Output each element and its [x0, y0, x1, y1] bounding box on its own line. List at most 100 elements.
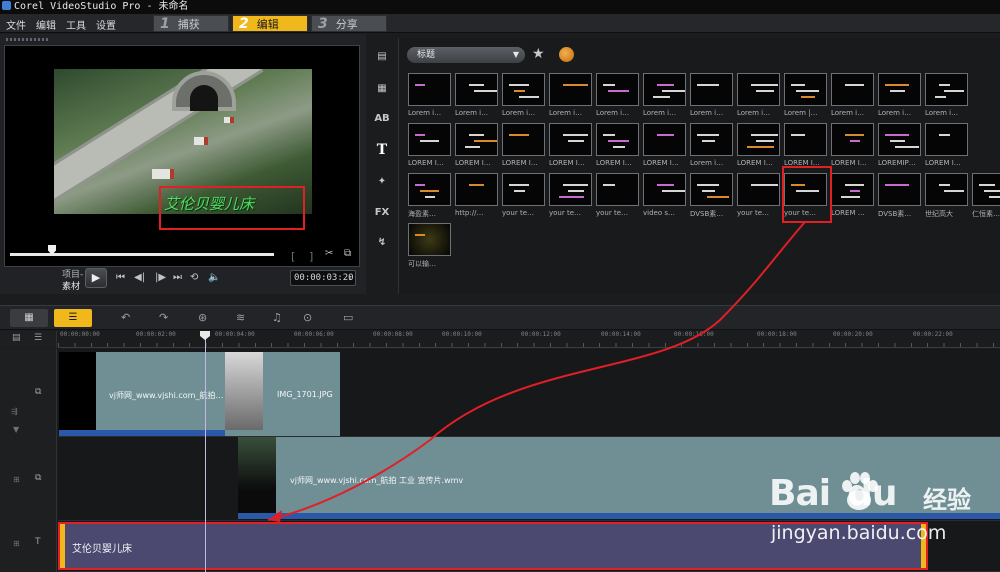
mode-clip-label[interactable]: 素材: [62, 279, 80, 292]
thumbnail-image: [408, 173, 451, 206]
image-clip[interactable]: IMG_1701.JPG: [225, 352, 340, 436]
title-preset-thumbnail[interactable]: Lorem i…: [690, 123, 735, 167]
step-capture-tab[interactable]: 1 捕获: [153, 15, 229, 32]
title-preset-thumbnail[interactable]: your te…: [737, 173, 782, 217]
title-preset-thumbnail[interactable]: Lorem i…: [878, 73, 923, 117]
ripple-edit-icon[interactable]: ⇶: [11, 407, 18, 416]
timecode-field[interactable]: 00:00:03:20 ⇕: [290, 270, 356, 286]
overlay-track-manager-icon[interactable]: ⊙: [303, 311, 312, 324]
title-preset-thumbnail[interactable]: LOREM …: [831, 173, 876, 217]
path-icon[interactable]: ↯: [371, 234, 393, 252]
end-icon[interactable]: ⏭: [173, 272, 182, 283]
clip-label: 艾伦贝婴儿床: [72, 544, 132, 555]
timeline-ruler[interactable]: 00:00:00:00 00:00:02:00 00:00:04:00 00:0…: [58, 331, 1000, 348]
title-preset-thumbnail[interactable]: Lorem i…: [455, 73, 500, 117]
title-preset-thumbnail[interactable]: Lorem i…: [549, 73, 594, 117]
title-preset-thumbnail[interactable]: LOREM I…: [408, 123, 453, 167]
collapse-icon[interactable]: ▼: [13, 425, 19, 434]
mark-out-button[interactable]: ]: [309, 250, 313, 263]
transition-icon[interactable]: ▦: [371, 80, 393, 98]
title-preset-thumbnail[interactable]: LOREMIP…: [878, 123, 923, 167]
track-view-icon[interactable]: ▤: [12, 333, 21, 343]
record-capture-icon[interactable]: ⊛: [198, 311, 207, 324]
title-preset-thumbnail[interactable]: LOREM I…: [549, 123, 594, 167]
play-button[interactable]: ▶: [85, 268, 107, 288]
title-preset-thumbnail[interactable]: Lorem i…: [690, 73, 735, 117]
title-preset-thumbnail[interactable]: LOREM I…: [596, 123, 641, 167]
app-icon: [2, 1, 11, 10]
title-preset-thumbnail[interactable]: video s…: [643, 173, 688, 217]
title-preset-thumbnail[interactable]: Lorem i…: [925, 73, 970, 117]
timeline-view-button[interactable]: ☰: [54, 309, 92, 327]
menu-settings[interactable]: 设置: [96, 17, 116, 32]
preview-panel: 艾伦贝婴儿床 [ ] ✂ ⧉ 项目- 素材 ▶ ⏮ ◀| |▶ ⏭ ⟲ 🔈 00…: [0, 34, 366, 294]
thumbnail-image: [643, 73, 686, 106]
list-view-icon[interactable]: ☰: [34, 333, 42, 343]
title-preset-thumbnail[interactable]: Lorem i…: [408, 73, 453, 117]
title-preset-thumbnail[interactable]: Lorem i…: [831, 73, 876, 117]
repeat-icon[interactable]: ⟲: [190, 272, 198, 283]
options-icon[interactable]: [559, 47, 574, 62]
audio-music-icon[interactable]: ♫: [272, 311, 282, 324]
lock-icon[interactable]: ⊞: [13, 475, 20, 484]
step-share-tab[interactable]: 3 分享: [311, 15, 387, 32]
chapter-icon[interactable]: ▭: [343, 311, 353, 324]
playhead-line[interactable]: [205, 331, 206, 572]
menu-edit[interactable]: 编辑: [36, 17, 56, 32]
title-preset-thumbnail[interactable]: your te…: [596, 173, 641, 217]
title-preset-thumbnail[interactable]: Lorem i…: [596, 73, 641, 117]
thumbnail-label: LOREM I…: [455, 159, 491, 167]
panel-grip[interactable]: [6, 38, 50, 41]
menu-tools[interactable]: 工具: [66, 17, 86, 32]
title-preset-thumbnail[interactable]: Lorem |…: [784, 73, 829, 117]
volume-icon[interactable]: 🔈: [208, 272, 220, 283]
next-frame-icon[interactable]: |▶: [155, 272, 166, 283]
media-icon[interactable]: ▤: [371, 48, 393, 66]
thumbnail-image: [690, 173, 733, 206]
title-preset-thumbnail[interactable]: DVSB素…: [878, 173, 923, 219]
home-icon[interactable]: ⏮: [116, 272, 125, 283]
title-preset-thumbnail[interactable]: Lorem i…: [502, 73, 547, 117]
title-preset-thumbnail[interactable]: 世纪高大: [925, 173, 970, 219]
trim-handle-left[interactable]: [60, 524, 65, 568]
title-preset-thumbnail[interactable]: LOREM I…: [737, 123, 782, 167]
title-preset-thumbnail[interactable]: 仁恒素…: [972, 173, 1000, 219]
sound-mixer-icon[interactable]: ≋: [236, 311, 245, 324]
paw-icon: [842, 472, 878, 510]
title-preset-thumbnail[interactable]: LOREM I…: [502, 123, 547, 167]
step-label: 分享: [335, 18, 358, 31]
ruler-label: 00:00:12:00: [521, 331, 561, 338]
title-preset-thumbnail[interactable]: LOREM I…: [784, 123, 829, 167]
scissors-icon[interactable]: ✂: [325, 248, 333, 259]
title-preset-thumbnail[interactable]: LOREM I…: [643, 123, 688, 167]
title-preset-thumbnail[interactable]: 可以输…: [408, 223, 453, 269]
storyboard-view-button[interactable]: ▦: [10, 309, 48, 327]
title-preset-thumbnail[interactable]: Lorem i…: [737, 73, 782, 117]
title-preset-thumbnail[interactable]: LOREM I…: [455, 123, 500, 167]
step-edit-tab[interactable]: 2 编辑: [232, 15, 308, 32]
scrub-bar[interactable]: [10, 253, 274, 256]
category-dropdown[interactable]: 标题 ▼: [407, 47, 525, 63]
add-favorite-icon[interactable]: ★: [532, 46, 545, 62]
stepper-icon[interactable]: ⇕: [348, 271, 352, 285]
video-clip[interactable]: vj师网_www.vjshi.com_航拍…: [59, 352, 225, 436]
title-preset-thumbnail[interactable]: http://…: [455, 173, 500, 217]
fx-icon[interactable]: FX: [371, 204, 393, 222]
menu-file[interactable]: 文件: [6, 17, 26, 32]
title-icon[interactable]: T: [371, 141, 393, 159]
enlarge-icon[interactable]: ⧉: [344, 248, 351, 259]
title-preset-thumbnail[interactable]: LOREM I…: [831, 123, 876, 167]
undo-icon[interactable]: ↶: [121, 311, 130, 324]
title-preset-thumbnail[interactable]: 海盈素…: [408, 173, 453, 219]
title-preset-thumbnail[interactable]: Lorem i…: [643, 73, 688, 117]
lock-icon[interactable]: ⊞: [13, 539, 20, 548]
title-preset-thumbnail[interactable]: LOREM I…: [925, 123, 970, 167]
redo-icon[interactable]: ↷: [159, 311, 168, 324]
mark-in-button[interactable]: [: [291, 250, 295, 263]
title-preset-thumbnail[interactable]: your te…: [502, 173, 547, 217]
title-preset-thumbnail[interactable]: DVSB素…: [690, 173, 735, 219]
title-preset-thumbnail[interactable]: your te…: [549, 173, 594, 217]
previous-frame-icon[interactable]: ◀|: [134, 272, 145, 283]
filter-icon[interactable]: ✦: [371, 173, 393, 191]
graphics-icon[interactable]: AB: [371, 110, 393, 128]
